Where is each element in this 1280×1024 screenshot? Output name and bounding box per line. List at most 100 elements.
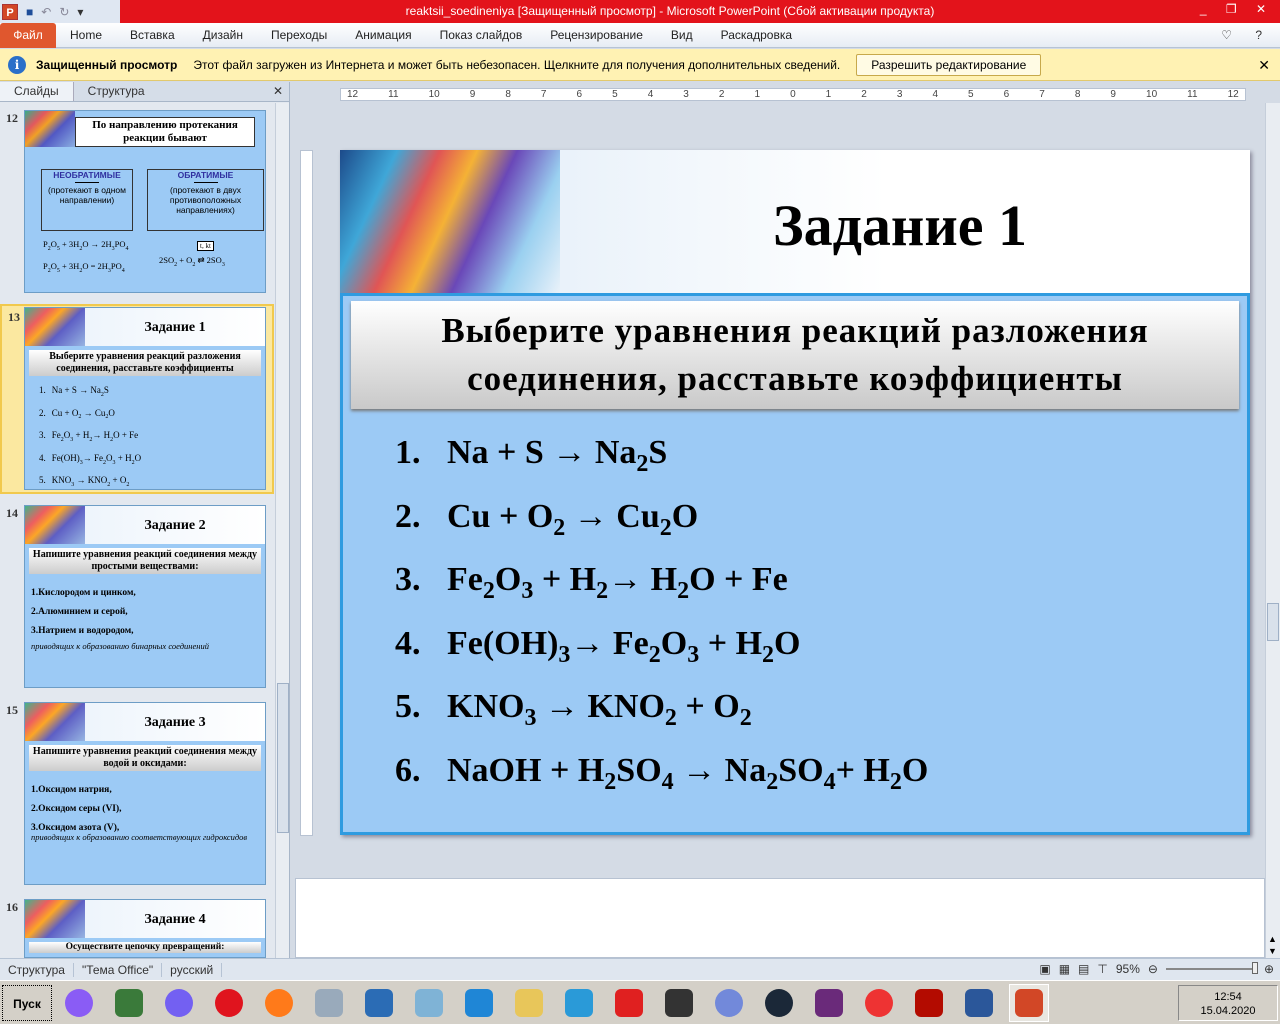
start-button[interactable]: Пуск [2,984,52,1021]
taskbar-wps-writer-icon[interactable] [359,984,399,1022]
reading-view-icon[interactable]: ▤ [1078,962,1089,976]
slide-thumbnail-12[interactable]: 12 По направлению протекания реакции быв… [0,107,274,297]
tab-view[interactable]: Вид [657,28,707,42]
taskbar-powerpoint-icon[interactable] [1009,983,1049,1022]
enable-editing-button[interactable]: Разрешить редактирование [856,53,1042,76]
ruler-tick-label: 4 [932,89,939,100]
thumb-equation-list: 1.Na + S → Na_2S 2.Cu + O_2 → Cu_2O 3.Fe… [39,382,174,489]
ruler-tick-label: 12 [1227,89,1239,100]
slide-thumbnail-13[interactable]: 13 Задание 1 Выберите уравнения реакций … [0,304,274,494]
slide-scrollbar[interactable]: ▲ ▼ [1265,103,1280,958]
next-slide-icon[interactable]: ▼ [1268,946,1277,956]
ruler-tick-label: 2 [718,89,725,100]
slide-canvas[interactable]: Задание 1 Выберите уравнения реакций раз… [340,150,1250,835]
taskbar-notepad-icon[interactable] [409,984,449,1022]
tab-transitions[interactable]: Переходы [257,28,341,42]
equation-text: NaOH + H_2SO_4 → Na_2SO_4+ H_2O [447,751,929,795]
equation-list[interactable]: 1. Na + S → Na_2S 2. Cu + O_2 → Cu_2O 3. Fe… [395,434,928,815]
slide-sorter-icon[interactable]: ▦ [1059,962,1070,976]
tab-slides[interactable]: Слайды [0,82,74,101]
taskbar-yandex-icon[interactable] [609,984,649,1022]
thumb-text: ОБРАТИМЫЕ [177,170,234,180]
equation-item: 4. Fe(OH)_3→ Fe_2O_3 + H_2O [395,625,928,689]
notes-pane[interactable] [295,878,1265,958]
equation-item: 3. Fe_2O_3 + H_2→ H_2O + Fe [395,561,928,625]
tab-slideshow[interactable]: Показ слайдов [426,28,537,42]
slides-panel-scrollbar[interactable] [275,103,289,958]
thumb-text: (протекают в двух противоположных направ… [169,185,242,215]
thumb-text: 2.Оксидом серы (VI), [31,804,122,814]
taskbar-firefox-icon[interactable] [259,984,299,1022]
ruler-tick-label: 0 [790,89,796,100]
tab-file[interactable]: Файл [0,22,56,48]
tab-design[interactable]: Дизайн [189,28,257,42]
status-view[interactable]: Структура [0,962,74,977]
help-icon[interactable]: ♡ ? [1221,28,1272,42]
taskbar-game-app-icon[interactable] [809,984,849,1022]
thumb-task: Выберите уравнения реакций разложения со… [29,350,261,376]
taskbar-alice-icon[interactable] [59,984,99,1022]
system-clock[interactable]: 12:54 15.04.2020 [1178,985,1278,1021]
slide-number: 13 [8,310,20,324]
status-language[interactable]: русский [162,962,223,977]
taskbar-task-manager-icon[interactable] [109,984,149,1022]
customize-qat-icon[interactable]: ▾ [77,5,83,19]
zoom-out-icon[interactable]: ⊖ [1148,962,1158,976]
zoom-level[interactable]: 95% [1116,962,1140,976]
ruler-tick-label: 3 [683,89,689,100]
tab-outline[interactable]: Структура [74,82,159,101]
taskbar-media-player-icon[interactable] [559,984,599,1022]
slide-thumbnail-15[interactable]: 15 Задание 3 Напишите уравнения реакций … [0,699,274,889]
save-icon[interactable]: ■ [26,5,33,19]
redo-icon[interactable]: ↻ [59,5,69,19]
slide-thumbnail-14[interactable]: 14 Задание 2 Напишите уравнения реакций … [0,502,274,692]
equation-number: 4. [395,624,421,662]
tab-review[interactable]: Рецензирование [536,28,657,42]
equation-item: 6. NaOH + H_2SO_4 → Na_2SO_4+ H_2O [395,752,928,816]
taskbar-yandex-browser-icon[interactable] [859,984,899,1022]
tab-animation[interactable]: Анимация [341,28,425,42]
equation-number: 1. [395,434,421,471]
taskbar-acrobat-icon[interactable] [909,984,949,1022]
taskbar-viber-icon[interactable] [159,984,199,1022]
thumb-text: приводящих к образованию бинарных соедин… [31,641,209,651]
window-controls[interactable]: _ ❐ ✕ [1200,2,1274,16]
ruler-tick-label: 4 [647,89,654,100]
zoom-in-icon[interactable]: ⊕ [1264,962,1274,976]
thumb-text: t, kt [197,241,214,251]
thumb-task: Напишите уравнения реакций соединения ме… [29,548,261,574]
ruler-tick-label: 8 [1074,89,1081,100]
thumb-text: 2.Алюминием и серой, [31,607,128,617]
taskbar-file-explorer-icon[interactable] [509,984,549,1022]
taskbar-zona-icon[interactable] [659,984,699,1022]
task-text[interactable]: Выберите уравнения реакций разложения со… [351,301,1239,409]
task-line: соединения, расставьте коэффициенты [467,359,1123,398]
taskbar-opera-icon[interactable] [209,984,249,1022]
taskbar-word-icon[interactable] [959,984,999,1022]
slide-thumbnail-16[interactable]: 16 Задание 4 Осуществите цепочку превращ… [0,896,274,958]
prev-slide-icon[interactable]: ▲ [1268,934,1277,944]
tab-insert[interactable]: Вставка [116,28,189,42]
slide-number: 14 [6,506,18,520]
status-theme[interactable]: "Тема Office" [74,962,163,977]
thumb-title: По направлению протекания реакции бывают [75,117,255,147]
tab-home[interactable]: Home [56,28,116,42]
taskbar-internet-explorer-icon[interactable] [459,984,499,1022]
ruler-tick-label: 8 [505,89,511,100]
protected-view-message[interactable]: Этот файл загружен из Интернета и может … [193,58,840,72]
thumb-text: приводящих к образованию соответствующих… [31,832,248,842]
zoom-slider[interactable] [1165,962,1258,974]
taskbar-steam-icon[interactable] [759,984,799,1022]
ruler-tick-label: 12 [347,89,359,100]
close-panel-icon[interactable]: ✕ [267,82,289,101]
taskbar-discord-icon[interactable] [709,984,749,1022]
undo-icon[interactable]: ↶ [41,5,51,19]
close-icon[interactable]: ✕ [1258,57,1270,74]
tab-storyboard[interactable]: Раскадровка [707,28,806,42]
slideshow-icon[interactable]: ⊤ [1097,962,1107,976]
normal-view-icon[interactable]: ▣ [1039,962,1050,976]
slide-title[interactable]: Задание 1 [550,192,1250,259]
thumb-title: Задание 3 [144,715,206,730]
ribbon-tabs: Файл Home Вставка Дизайн Переходы Анимац… [0,22,1280,48]
taskbar-package-icon[interactable] [309,984,349,1022]
